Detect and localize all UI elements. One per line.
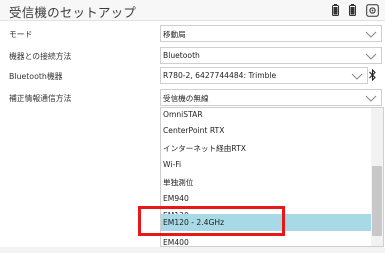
battery-icon <box>332 4 345 17</box>
correction-label: 補正情報通信方法 <box>9 94 72 103</box>
settings-icon[interactable] <box>366 4 379 17</box>
battery-icon <box>349 4 362 17</box>
bt-device-select[interactable]: R780-2, 6427744484: Trimble <box>160 67 368 84</box>
mode-label: モード <box>9 30 33 39</box>
connection-value: Bluetooth <box>163 51 200 60</box>
bt-device-row: Bluetooth機器 R780-2, 6427744484: Trimble <box>0 66 385 86</box>
title-bar: 受信機のセットアップ <box>0 0 385 21</box>
bt-device-value: R780-2, 6427744484: Trimble <box>163 71 277 80</box>
mode-value: 移動局 <box>163 30 186 39</box>
header-icons <box>332 4 379 17</box>
mode-row: モード 移動局 <box>0 24 385 44</box>
option-label: Wi-Fi <box>163 160 182 169</box>
dropdown-scrollbar[interactable] <box>371 108 383 246</box>
option-label: EM400 <box>163 238 189 247</box>
option-label: 単独測位 <box>163 178 194 187</box>
option-label: インターネット経由RTX <box>163 144 246 153</box>
bottom-strip <box>0 247 385 253</box>
page-title: 受信機のセットアップ <box>9 5 137 20</box>
bt-device-label: Bluetooth機器 <box>9 72 63 81</box>
correction-value: 受信機の無線 <box>163 94 209 103</box>
chevron-down-icon <box>365 95 377 102</box>
dropdown-option-centerpoint-rtx[interactable]: CenterPoint RTX <box>161 122 371 139</box>
correction-select[interactable]: 受信機の無線 <box>160 89 382 106</box>
mode-select[interactable]: 移動局 <box>160 25 382 42</box>
chevron-down-icon <box>365 31 377 38</box>
option-label: OmniSTAR <box>163 110 203 119</box>
option-label: EM940 <box>163 194 189 203</box>
option-label: CenterPoint RTX <box>163 126 225 135</box>
correction-row: 補正情報通信方法 受信機の無線 <box>0 88 385 108</box>
dropdown-option-internet-rtx[interactable]: インターネット経由RTX <box>161 139 371 156</box>
dropdown-option-standalone[interactable]: 単独測位 <box>161 173 371 190</box>
chevron-down-icon <box>365 53 377 60</box>
connection-select[interactable]: Bluetooth <box>160 47 382 64</box>
bluetooth-icon[interactable] <box>368 69 377 81</box>
highlight-annotation <box>138 206 285 236</box>
connection-label: 機器との接続方法 <box>9 52 72 61</box>
connection-row: 機器との接続方法 Bluetooth <box>0 46 385 66</box>
chevron-down-icon <box>351 73 363 80</box>
dropdown-option-em940[interactable]: EM940 <box>161 190 371 207</box>
scrollbar-thumb[interactable] <box>372 166 382 236</box>
dropdown-option-wifi[interactable]: Wi-Fi <box>161 156 371 173</box>
